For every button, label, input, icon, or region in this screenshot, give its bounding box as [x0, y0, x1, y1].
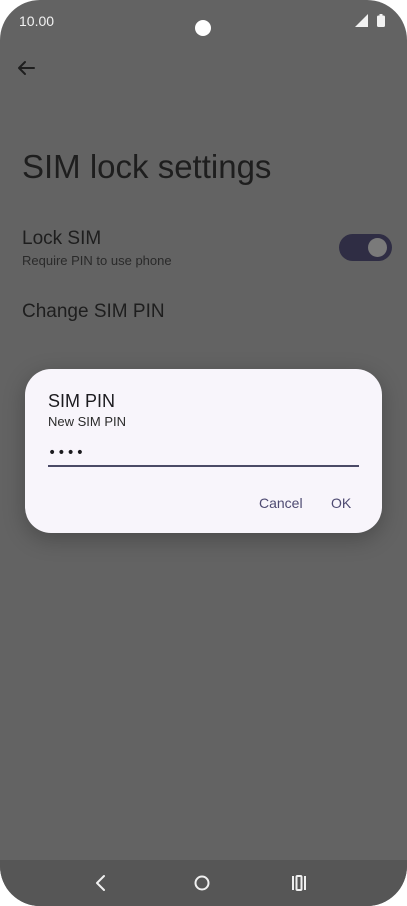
phone-screen: 10.00 SIM lock settings Lock SIM Require… [0, 0, 407, 906]
page-title: SIM lock settings [22, 148, 272, 185]
new-sim-pin-input[interactable] [48, 441, 359, 467]
status-icons [355, 14, 385, 27]
signal-icon [355, 14, 368, 27]
dialog-title: SIM PIN [48, 391, 116, 411]
sim-pin-dialog: SIM PIN New SIM PIN Cancel OK [25, 369, 382, 533]
lock-sim-toggle[interactable] [339, 234, 392, 261]
ok-button[interactable]: OK [331, 495, 351, 511]
dialog-subtitle: New SIM PIN [48, 414, 127, 429]
cancel-button[interactable]: Cancel [259, 495, 303, 511]
navigation-bar [0, 860, 407, 906]
lock-sim-title: Lock SIM [22, 228, 102, 249]
change-sim-pin-title: Change SIM PIN [22, 301, 165, 322]
nav-back-icon[interactable] [89, 871, 113, 895]
back-arrow-icon[interactable] [14, 56, 38, 80]
nav-recents-icon[interactable] [287, 871, 311, 895]
change-sim-pin-row[interactable]: Change SIM PIN [22, 301, 392, 323]
battery-icon [377, 14, 385, 27]
lock-sim-row[interactable]: Lock SIM Require PIN to use phone [22, 228, 392, 268]
camera-cutout [195, 20, 211, 36]
toggle-knob [368, 238, 387, 257]
status-time: 10.00 [19, 13, 55, 29]
lock-sim-summary: Require PIN to use phone [22, 253, 172, 268]
status-bar: 10.00 [0, 0, 407, 42]
nav-home-icon[interactable] [190, 871, 214, 895]
